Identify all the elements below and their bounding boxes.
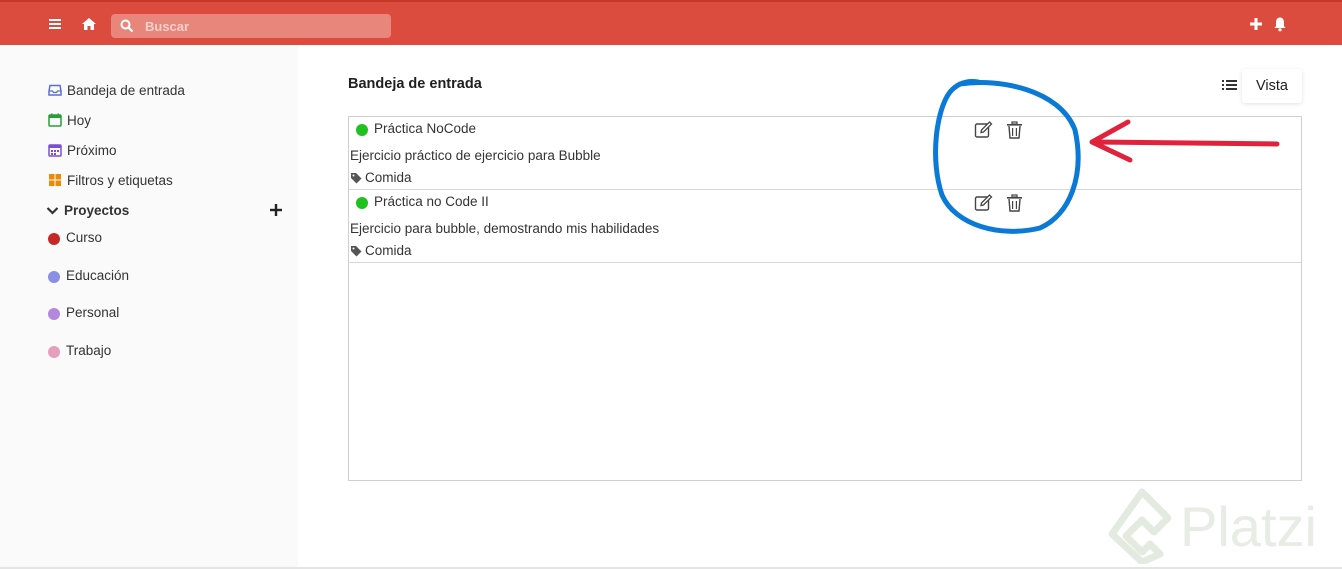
project-item-curso[interactable]: Curso (48, 227, 102, 247)
projects-label: Proyectos (64, 202, 130, 218)
search-box[interactable] (111, 14, 391, 38)
sidebar-item-filters[interactable]: Filtros y etiquetas (48, 170, 173, 190)
task-list: Práctica NoCode Ejercicio práctico de ej… (348, 116, 1302, 481)
project-item-educacion[interactable]: Educación (48, 265, 129, 285)
sidebar: Bandeja de entrada Hoy Próximo Filtros y… (0, 45, 298, 569)
home-icon[interactable] (81, 16, 97, 32)
project-color-dot (48, 346, 60, 358)
top-bar (0, 0, 1342, 45)
edit-icon[interactable] (974, 194, 993, 212)
task-complete-circle[interactable] (356, 124, 368, 136)
project-color-dot (48, 233, 60, 245)
view-button[interactable]: Vista (1242, 69, 1302, 103)
project-label: Personal (66, 304, 120, 320)
sidebar-item-label: Próximo (67, 142, 117, 158)
project-color-dot (48, 308, 60, 320)
calendar-upcoming-icon (48, 144, 62, 157)
project-item-personal[interactable]: Personal (48, 302, 119, 322)
task-complete-circle[interactable] (356, 197, 368, 209)
edit-icon[interactable] (974, 121, 993, 139)
task-row[interactable]: Práctica NoCode Ejercicio práctico de ej… (349, 117, 1301, 190)
page-title: Bandeja de entrada (348, 76, 482, 92)
task-title: Práctica NoCode (374, 121, 477, 136)
menu-icon[interactable] (47, 16, 63, 32)
task-label[interactable]: Comida (350, 243, 412, 258)
task-description: Ejercicio para bubble, demostrando mis h… (350, 221, 660, 236)
projects-toggle[interactable]: Proyectos (46, 200, 129, 220)
task-label[interactable]: Comida (350, 170, 412, 185)
task-row[interactable]: Práctica no Code II Ejercicio para bubbl… (349, 190, 1301, 263)
add-project-icon[interactable] (268, 202, 284, 218)
task-description: Ejercicio práctico de ejercicio para Bub… (350, 148, 601, 163)
tag-label: Comida (365, 170, 412, 185)
project-color-dot (48, 271, 60, 283)
trash-icon[interactable] (1006, 121, 1023, 139)
project-item-trabajo[interactable]: Trabajo (48, 340, 111, 360)
tag-icon (351, 245, 362, 256)
calendar-today-icon (48, 113, 62, 127)
sidebar-item-upcoming[interactable]: Próximo (48, 140, 117, 160)
sidebar-item-label: Filtros y etiquetas (67, 172, 173, 188)
chevron-down-icon (46, 206, 59, 215)
trash-icon[interactable] (1006, 194, 1023, 212)
sidebar-item-today[interactable]: Hoy (48, 110, 91, 130)
tag-icon (351, 172, 362, 183)
sidebar-item-inbox[interactable]: Bandeja de entrada (48, 80, 185, 100)
sidebar-item-label: Hoy (67, 112, 92, 128)
search-icon (120, 19, 134, 33)
search-input[interactable] (145, 14, 385, 38)
project-label: Educación (66, 267, 130, 283)
project-label: Trabajo (66, 342, 112, 358)
watermark-text: Platzi (1180, 495, 1317, 558)
project-label: Curso (66, 229, 103, 245)
tag-label: Comida (365, 243, 412, 258)
add-task-icon[interactable] (1248, 16, 1264, 32)
filters-icon (49, 174, 61, 186)
task-title: Práctica no Code II (374, 194, 489, 209)
list-view-icon[interactable] (1222, 78, 1237, 92)
bell-icon[interactable] (1272, 16, 1288, 32)
sidebar-item-label: Bandeja de entrada (67, 82, 185, 98)
inbox-icon (48, 84, 62, 96)
